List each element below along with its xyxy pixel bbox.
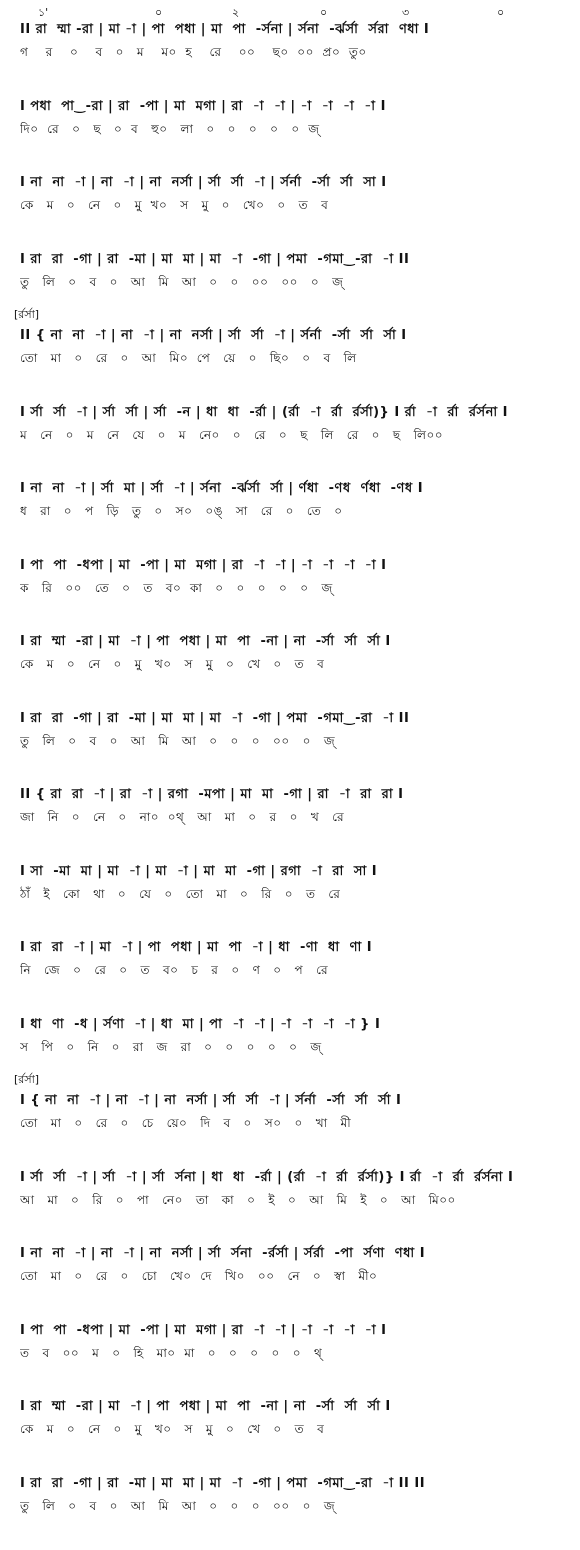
swara-line: I রা ম্মা -রা | মা -া | পা পধা | মা পা -… xyxy=(20,634,391,649)
notation-row: I না না -া | না -া | না নর্সা | র্সা র্স… xyxy=(0,1238,580,1308)
row-bracket-label: [র্রর্সা] xyxy=(14,1073,40,1086)
swara-line: I র্সা র্সা -া | র্সা -া | র্সা র্সনা | … xyxy=(20,1169,514,1185)
swara-line: I পা পা -ধপা | মা -পা | মা মগা | রা -া -… xyxy=(20,557,387,573)
lyric-line: গ র ০ ব ০ ম ম০ হ রে ০০ ছ০ ০০ প্র০ তু০ xyxy=(20,45,367,59)
notation-row: I রা রা -া | মা -া | পা পধা | মা পা -া |… xyxy=(0,932,580,1002)
swara-line: I র্সা র্সা -া | র্সা র্সা | র্সা -ন | ধ… xyxy=(20,404,509,420)
swara-line: I পধা পা‿-রা | রা -পা | মা মগা | রা -া -… xyxy=(20,98,386,114)
swara-line: II { না না -া | না -া | না নর্সা | র্সা … xyxy=(20,328,407,343)
notation-row: I পা পা -ধপা | মা -পা | মা মগা | রা -া -… xyxy=(0,1315,580,1385)
swara-line: I রা রা -গা | রা -মা | মা মা | মা -া -গা… xyxy=(20,251,410,267)
lyric-line: ঠাঁ ই কো থা ০ যে ০ তো মা ০ রি ০ ত রে xyxy=(20,886,341,901)
lyric-line: তু লি ০ ব ০ আ মি আ ০ ০ ০ ০০ ০ জ্ xyxy=(20,733,336,748)
swara-line: I না না -া | না -া | না নর্সা | র্সা র্স… xyxy=(20,175,387,190)
lyric-line: আ মা ০ রি ০ পা নে০ তা কা ০ ই ০ আ মি ই ০ … xyxy=(20,1192,456,1207)
lyric-line: ধ রা ০ প ড়ি তু ০ স০ ০ঙ্ সা রে ০ তে ০ xyxy=(20,504,343,518)
lyric-line: নি জে ০ রে ০ ত ব০ চ র ০ ণ ০ প রে xyxy=(20,963,329,977)
notation-row: I পধা পা‿-রা | রা -পা | মা মগা | রা -া -… xyxy=(0,91,580,161)
notation-row: I র্সা র্সা -া | র্সা র্সা | র্সা -ন | ধ… xyxy=(0,397,580,467)
swara-line: I না না -া | না -া | না নর্সা | র্সা র্স… xyxy=(20,1246,426,1261)
lyric-line: স পি ০ নি ০ রা জ রা ০ ০ ০ ০ ০ জ্ xyxy=(20,1039,322,1054)
swara-line: II রা ম্মা -রা | মা -া | পা পধা | মা পা … xyxy=(20,22,430,37)
notation-row: I র্সা র্সা -া | র্সা -া | র্সা র্সনা | … xyxy=(0,1162,580,1232)
lyric-line: তো মা ০ রে ০ আ মি০ পে য়ে ০ ছি০ ০ ব লি xyxy=(20,351,357,365)
swara-line: I সা -মা মা | মা -া | মা -া | মা মা -গা … xyxy=(20,863,378,879)
notation-row: I রা ম্মা -রা | মা -া | পা পধা | মা পা -… xyxy=(0,626,580,696)
lyric-line: কে ম ০ নে ০ মু খ০ স মু ০ খে ০ ত ব xyxy=(20,1422,325,1436)
lyric-line: ক রি ০০ তে ০ ত ব০ কা ০ ০ ০ ০ ০ জ্ xyxy=(20,580,333,595)
notation-row: [র্রর্সা] II { না না -া | না -া | না নর্স… xyxy=(0,308,580,390)
notation-sheet: ১' ০ ২ ০ ৩ ০ II রা ম্মা -রা | মা -া | পা… xyxy=(0,0,580,1550)
swara-line: I রা রা -া | মা -া | পা পধা | মা পা -া |… xyxy=(20,940,373,955)
notation-row: I সা -মা মা | মা -া | মা -া | মা মা -গা … xyxy=(0,856,580,926)
notation-row: II রা ম্মা -রা | মা -া | পা পধা | মা পা … xyxy=(0,14,580,84)
notation-row: I না না -া | না -া | না নর্সা | র্সা র্স… xyxy=(0,167,580,237)
notation-row: I ধা ণা -ধ | র্সণা -া | ধা মা | পা -া -া… xyxy=(0,1009,580,1079)
lyric-line: তো মা ০ রে ০ চে য়ে০ দি ব ০ স০ ০ খা মী xyxy=(20,1116,352,1130)
swara-line: I পা পা -ধপা | মা -পা | মা মগা | রা -া -… xyxy=(20,1322,387,1338)
swara-line: I { না না -া | না -া | না নর্সা | র্সা র… xyxy=(20,1093,402,1108)
notation-row: I পা পা -ধপা | মা -পা | মা মগা | রা -া -… xyxy=(0,550,580,620)
swara-line: I রা ম্মা -রা | মা -া | পা পধা | মা পা -… xyxy=(20,1399,391,1414)
swara-line: II { রা রা -া | রা -া | রগা -মপা | মা মা… xyxy=(20,787,404,802)
notation-row: I রা রা -গা | রা -মা | মা মা | মা -া -গা… xyxy=(0,1468,580,1538)
lyric-line: জা নি ০ নে ০ না০ ০থ্ আ মা ০ র ০ খ রে xyxy=(20,810,345,824)
lyric-line: ত ব ০০ ম ০ হি মা০ মা ০ ০ ০ ০ ০ থ্ xyxy=(20,1345,323,1360)
lyric-line: তু লি ০ ব ০ আ মি আ ০ ০ ০০ ০০ ০ জ্ xyxy=(20,274,344,289)
row-bracket-label: [র্রর্সা] xyxy=(14,308,40,321)
lyric-line: ম নে ০ ম নে যে ০ ম নে০ ০ রে ০ ছ লি রে ০ … xyxy=(20,427,444,442)
lyric-line: তো মা ০ রে ০ চো খে০ দে খি০ ০০ নে ০ স্বা … xyxy=(20,1269,378,1283)
lyric-line: তু লি ০ ব ০ আ মি আ ০ ০ ০ ০০ ০ জ্ xyxy=(20,1498,336,1513)
lyric-line: কে ম ০ নে ০ মু খ০ স মু ০ খে ০ ত ব xyxy=(20,657,325,671)
notation-row: I রা রা -গা | রা -মা | মা মা | মা -া -গা… xyxy=(0,244,580,314)
notation-row: [র্রর্সা] I { না না -া | না -া | না নর্সা… xyxy=(0,1073,580,1155)
swara-line: I না না -া | র্সা মা | র্সা -া | র্সনা -… xyxy=(20,481,424,496)
swara-line: I ধা ণা -ধ | র্সণা -া | ধা মা | পা -া -া… xyxy=(20,1016,381,1032)
swara-line: I রা রা -গা | রা -মা | মা মা | মা -া -গা… xyxy=(20,1475,426,1491)
lyric-line: দি০ রে ০ ছ ০ ব হু০ লা ০ ০ ০ ০ ০ জ্ xyxy=(20,121,320,136)
swara-line: I রা রা -গা | রা -মা | মা মা | মা -া -গা… xyxy=(20,710,410,726)
notation-row: I রা ম্মা -রা | মা -া | পা পধা | মা পা -… xyxy=(0,1391,580,1461)
notation-row: I না না -া | র্সা মা | র্সা -া | র্সনা -… xyxy=(0,473,580,543)
notation-row: I রা রা -গা | রা -মা | মা মা | মা -া -গা… xyxy=(0,703,580,773)
lyric-line: কে ম ০ নে ০ মু খ০ স মু ০ খে০ ০ ত ব xyxy=(20,198,329,212)
notation-row: II { রা রা -া | রা -া | রগা -মপা | মা মা… xyxy=(0,779,580,849)
